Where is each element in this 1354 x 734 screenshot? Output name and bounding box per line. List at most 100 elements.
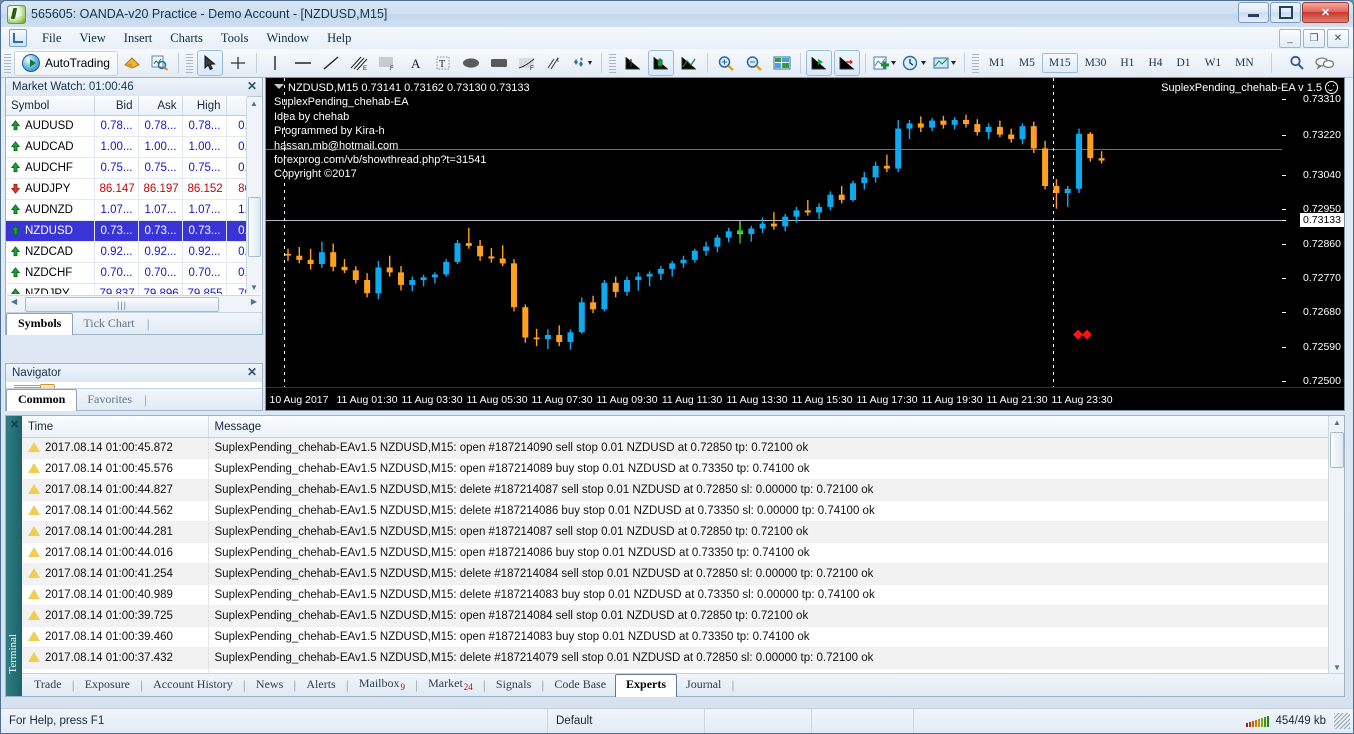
tab-favorites[interactable]: Favorites xyxy=(77,390,142,410)
text-icon[interactable]: A xyxy=(402,50,428,76)
navigator-close-icon[interactable]: ✕ xyxy=(247,365,257,379)
chat-icon[interactable] xyxy=(1312,50,1338,76)
tab-exposure[interactable]: Exposure xyxy=(76,675,139,696)
column-bid[interactable]: Bid xyxy=(94,96,138,116)
tab-tick-chart[interactable]: Tick Chart xyxy=(73,314,144,334)
cursor-icon[interactable] xyxy=(197,50,223,76)
tab-mailbox[interactable]: Mailbox9 xyxy=(350,674,414,696)
pending-order-marker[interactable]: ◆◆ xyxy=(1073,326,1091,342)
andrews-pitchfork-icon[interactable]: t xyxy=(542,50,568,76)
tab-trade[interactable]: Trade xyxy=(25,675,71,696)
table-row[interactable]: 2017.08.14 01:00:45.872SuplexPending_che… xyxy=(22,438,1344,459)
chevron-down-icon[interactable] xyxy=(274,84,284,89)
tab-account-history[interactable]: Account History xyxy=(144,675,242,696)
status-profile[interactable]: Default xyxy=(548,709,705,733)
search-icon[interactable] xyxy=(1284,50,1310,76)
timeframe-h4[interactable]: H4 xyxy=(1141,53,1169,73)
indicators-icon[interactable] xyxy=(871,50,899,76)
table-row[interactable]: AUDNZD1.07...1.07...1.07...1.07 xyxy=(6,200,247,221)
experts-log-scrollbar[interactable]: ▲ ▼ xyxy=(1328,416,1344,674)
window-maximize-button[interactable] xyxy=(1270,2,1301,23)
experts-log-wrapper[interactable]: Time Message 2017.08.14 01:00:45.872Supl… xyxy=(22,416,1344,674)
table-row[interactable]: 2017.08.14 01:00:39.725SuplexPending_che… xyxy=(22,606,1344,627)
timeframe-toolbar-grip[interactable] xyxy=(972,53,979,73)
mdi-restore-button[interactable]: ❐ xyxy=(1303,29,1325,48)
text-label-icon[interactable]: T xyxy=(430,50,456,76)
status-connection[interactable]: 454/49 kb xyxy=(1238,709,1334,733)
timeframe-m1[interactable]: M1 xyxy=(982,53,1012,73)
table-row[interactable]: 2017.08.14 01:00:44.827SuplexPending_che… xyxy=(22,480,1344,501)
menu-view[interactable]: View xyxy=(70,29,114,48)
column-message[interactable]: Message xyxy=(208,416,1344,438)
strategy-tester-icon[interactable] xyxy=(147,50,173,76)
table-row[interactable]: NZDCHF0.70...0.70...0.70...0.70 xyxy=(6,263,247,284)
column-time[interactable]: Time xyxy=(22,416,208,438)
menu-insert[interactable]: Insert xyxy=(115,29,161,48)
scrollbar-thumb[interactable] xyxy=(1330,432,1344,468)
market-watch-horizontal-scrollbar[interactable]: ◀ ||| ▶ xyxy=(7,295,261,312)
column-low[interactable]: Lo xyxy=(226,96,247,116)
menu-file[interactable]: File xyxy=(33,29,70,48)
tab-news[interactable]: News xyxy=(247,675,292,696)
column-ask[interactable]: Ask xyxy=(138,96,182,116)
price-chart-window[interactable]: NZDUSD,M15 0.73141 0.73162 0.73130 0.731… xyxy=(265,77,1345,411)
horizontal-line-icon[interactable] xyxy=(290,50,316,76)
timeframe-mn[interactable]: MN xyxy=(1228,53,1261,73)
auto-scroll-icon[interactable] xyxy=(806,50,832,76)
candlestick-icon[interactable] xyxy=(648,50,674,76)
expert-advisors-icon[interactable] xyxy=(119,50,145,76)
rectangle-icon[interactable] xyxy=(486,50,512,76)
timeframe-h1[interactable]: H1 xyxy=(1113,53,1141,73)
draw-toolbar-grip[interactable] xyxy=(186,53,193,73)
column-symbol[interactable]: Symbol xyxy=(6,96,94,116)
timeframe-m30[interactable]: M30 xyxy=(1078,53,1114,73)
table-row[interactable]: 2017.08.14 01:00:44.281SuplexPending_che… xyxy=(22,522,1344,543)
terminal-close-icon[interactable]: ✕ xyxy=(10,418,19,431)
table-row[interactable]: 2017.08.14 01:00:40.989SuplexPending_che… xyxy=(22,585,1344,606)
autotrading-button[interactable]: AutoTrading xyxy=(14,51,118,76)
bar-chart-icon[interactable] xyxy=(620,50,646,76)
table-row[interactable]: AUDCHF0.75...0.75...0.75...0.75 xyxy=(6,158,247,179)
menu-tools[interactable]: Tools xyxy=(212,29,258,48)
timeframe-d1[interactable]: D1 xyxy=(1170,53,1198,73)
menu-window[interactable]: Window xyxy=(258,29,319,48)
table-row[interactable]: 2017.08.14 01:00:41.254SuplexPending_che… xyxy=(22,564,1344,585)
table-row[interactable]: 2017.08.14 01:00:44.016SuplexPending_che… xyxy=(22,543,1344,564)
templates-icon[interactable] xyxy=(931,50,959,76)
market-watch-close-icon[interactable]: ✕ xyxy=(247,79,257,93)
price-axis[interactable]: 0.73310 0.73220 0.73133 0.73040 0.72950 … xyxy=(1282,78,1344,388)
table-row[interactable]: NZDJPY79.83779.89679.85579.6 xyxy=(6,284,247,295)
timeframe-m15[interactable]: M15 xyxy=(1042,53,1078,73)
window-close-button[interactable]: ✕ xyxy=(1302,2,1349,23)
data-window-icon[interactable] xyxy=(769,50,795,76)
timeframe-w1[interactable]: W1 xyxy=(1198,53,1229,73)
tab-experts[interactable]: Experts xyxy=(615,674,677,697)
ellipse-icon[interactable] xyxy=(458,50,484,76)
toolbar-grip[interactable] xyxy=(4,53,11,73)
equidistant-channel-icon[interactable]: E xyxy=(346,50,372,76)
fibonacci-icon[interactable]: F xyxy=(374,50,400,76)
mdi-minimize-button[interactable]: _ xyxy=(1279,29,1301,48)
table-row[interactable]: 2017.08.14 01:00:45.576SuplexPending_che… xyxy=(22,459,1344,480)
window-resize-grip[interactable] xyxy=(1334,713,1350,729)
tab-common[interactable]: Common xyxy=(6,389,77,411)
scrollbar-thumb[interactable] xyxy=(248,197,261,257)
tab-code-base[interactable]: Code Base xyxy=(545,675,615,696)
table-row[interactable]: AUDCAD1.00...1.00...1.00...0.99 xyxy=(6,137,247,158)
market-watch-vertical-scrollbar[interactable]: ▲ ▼ xyxy=(246,97,261,294)
menu-help[interactable]: Help xyxy=(318,29,360,48)
line-chart-icon[interactable] xyxy=(676,50,702,76)
menu-charts[interactable]: Charts xyxy=(161,29,212,48)
time-axis[interactable]: 10 Aug 2017 11 Aug 01:30 11 Aug 03:30 11… xyxy=(266,387,1344,410)
mdi-close-button[interactable]: ✕ xyxy=(1327,29,1349,48)
tab-symbols[interactable]: Symbols xyxy=(6,313,73,335)
table-row[interactable]: 2017.08.14 01:00:37.432SuplexPending_che… xyxy=(22,648,1344,669)
table-row-selected[interactable]: NZDUSD0.73...0.73...0.73...0.72 xyxy=(6,221,247,242)
table-row[interactable]: AUDUSD0.78...0.78...0.78...0.78 xyxy=(6,116,247,137)
periods-icon[interactable] xyxy=(901,50,929,76)
trend-line-icon[interactable] xyxy=(318,50,344,76)
tab-market[interactable]: Market24 xyxy=(419,674,482,696)
chart-shift-icon[interactable] xyxy=(834,50,860,76)
scrollbar-thumb[interactable]: ||| xyxy=(25,297,219,312)
chart-toolbar-grip[interactable] xyxy=(609,53,616,73)
